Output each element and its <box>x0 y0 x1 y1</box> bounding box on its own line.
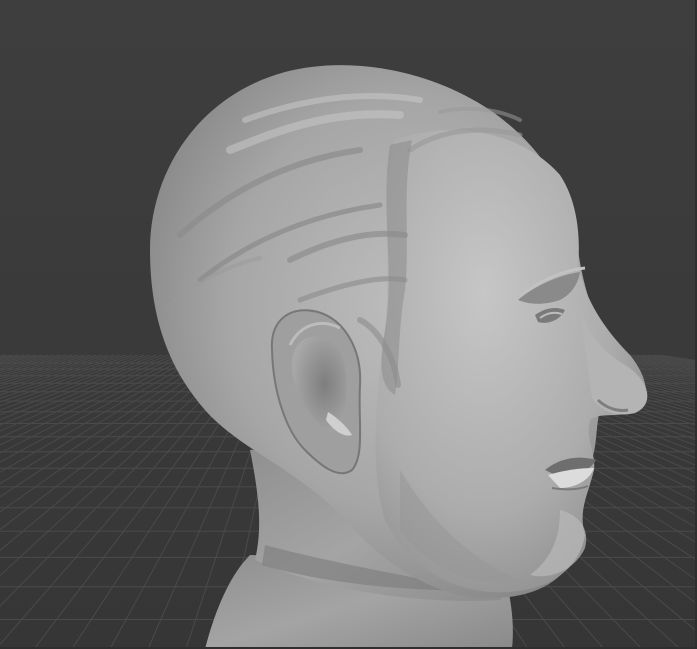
3d-viewport[interactable] <box>0 0 697 649</box>
viewport-canvas[interactable] <box>0 0 697 649</box>
